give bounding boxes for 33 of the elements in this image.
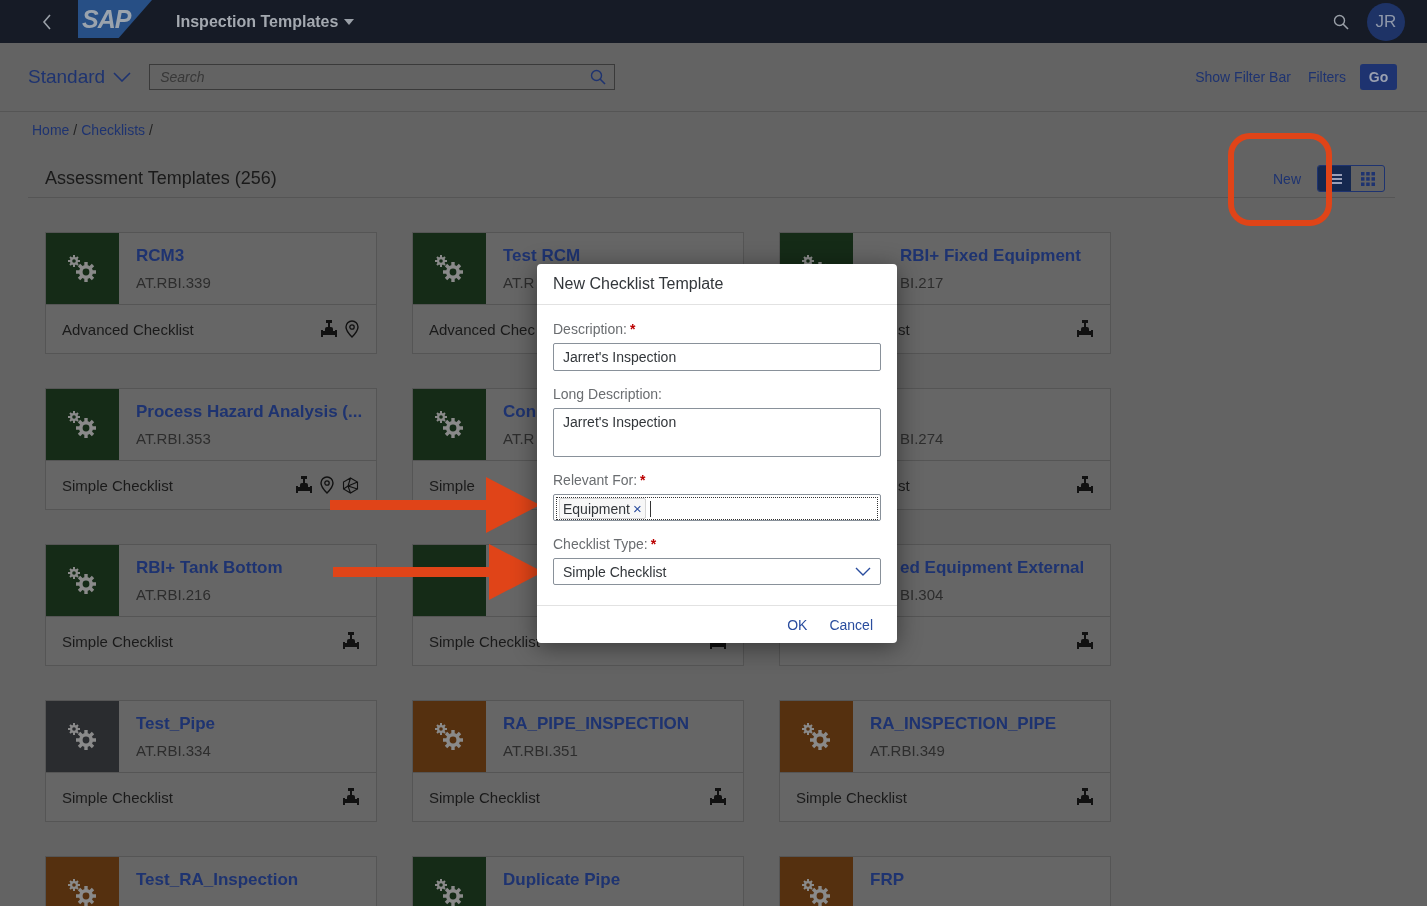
field-label: Relevant For: (553, 472, 638, 488)
list-title: Assessment Templates (256) (45, 168, 277, 189)
template-id: AT.RBI.351 (503, 742, 578, 759)
checklist-type: Simple Checklist (62, 632, 173, 650)
checklist-type: Simple Checklist (796, 788, 907, 806)
required-asterisk: * (650, 536, 657, 552)
template-id: AT.RBI.216 (136, 586, 211, 603)
checklist-type: st (898, 476, 910, 494)
template-id: BI.274 (900, 430, 944, 447)
checklist-type: Advanced Chec (429, 320, 535, 338)
required-asterisk: * (640, 472, 646, 488)
required-asterisk: * (629, 321, 636, 337)
template-id: BI.304 (900, 586, 944, 603)
template-id: AT.R (503, 430, 535, 447)
template-id: AT.RBI.334 (136, 742, 211, 759)
template-id: AT.RBI.349 (870, 742, 945, 759)
checklist-type: Simple Checklist (62, 788, 173, 806)
checklist-type: Advanced Checklist (62, 320, 194, 338)
template-id: AT.RBI.339 (136, 274, 211, 291)
checklist-type: Simple Checklist (429, 788, 540, 806)
dialog-title: New Checklist Template (537, 264, 897, 305)
template-id: BI.217 (900, 274, 944, 291)
checklist-type: st (898, 320, 910, 338)
field-label: Checklist Type: (553, 536, 648, 552)
template-id: AT.RBI.353 (136, 430, 211, 447)
field-label: Long Description: (553, 386, 662, 402)
checklist-type: Simple (429, 476, 475, 494)
checklist-type: Simple Checklist (429, 632, 540, 650)
breadcrumb-separator: / (73, 122, 78, 140)
breadcrumb-separator: / (149, 122, 153, 140)
checklist-type: Simple Checklist (62, 476, 173, 494)
field-label: Description: (553, 321, 627, 337)
template-id: AT.R (503, 274, 535, 291)
